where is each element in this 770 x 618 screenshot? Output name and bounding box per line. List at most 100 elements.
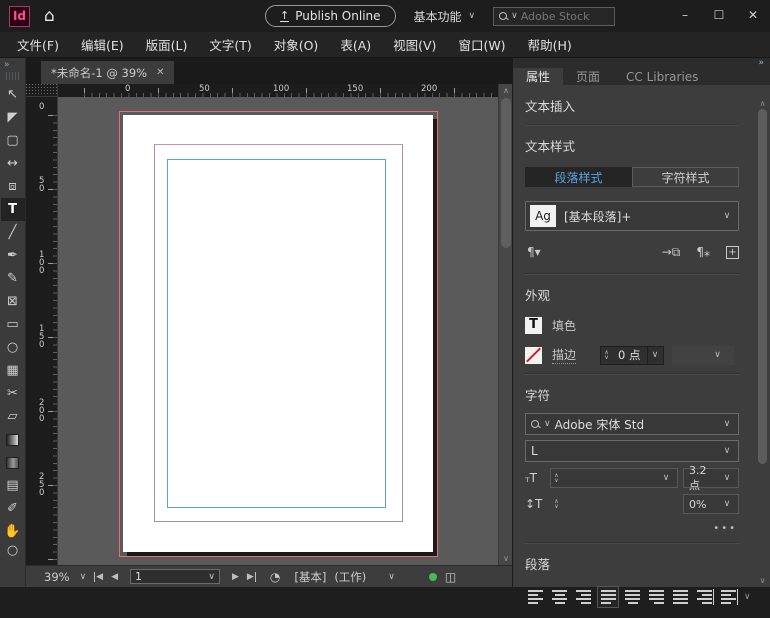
justify-last-left-button[interactable]	[597, 586, 619, 608]
menu-help[interactable]: 帮助(H)	[517, 35, 583, 54]
font-style-dropdown[interactable]: L ∨	[525, 440, 739, 462]
tab-cc-libraries[interactable]: CC Libraries	[613, 68, 711, 85]
scroll-up-icon[interactable]: ∧	[499, 86, 512, 95]
panel-collapse-icon[interactable]: »	[513, 58, 770, 68]
home-icon[interactable]: ⌂	[44, 8, 55, 25]
rectangle-tool[interactable]: ▭	[1, 313, 25, 336]
page-number-input[interactable]	[135, 570, 195, 583]
toolbar-grip[interactable]	[6, 72, 20, 80]
paragraph-styles-tab[interactable]: 段落样式	[525, 167, 632, 187]
scrollbar-thumb[interactable]	[758, 109, 767, 464]
menu-object[interactable]: 对象(O)	[263, 35, 330, 54]
stepper-icon[interactable]: ∧ ∨	[601, 350, 612, 360]
page-1[interactable]	[123, 115, 433, 552]
menu-window[interactable]: 窗口(W)	[447, 35, 516, 54]
selection-tool[interactable]: ↖	[1, 83, 25, 106]
stroke-weight-box[interactable]: ∧ ∨ 0 点 ∨	[600, 346, 663, 365]
hand-tool[interactable]: ✋	[1, 520, 25, 543]
align-toward-spine-button[interactable]	[694, 586, 715, 608]
stepper-icon[interactable]: ∧ ∨	[551, 473, 562, 483]
panel-scrollbar[interactable]: ∧ ∨	[755, 97, 770, 587]
scissors-tool[interactable]: ✂	[1, 382, 25, 405]
minimize-button[interactable]: –	[668, 0, 702, 30]
type-tool[interactable]: T	[1, 198, 25, 221]
eyedropper-tool[interactable]: ✐	[1, 497, 25, 520]
menu-file[interactable]: 文件(F)	[6, 35, 70, 54]
font-family-dropdown[interactable]: ∨ Adobe 宋体 Std ∨	[525, 413, 739, 435]
fill-label[interactable]: 填色	[552, 317, 576, 334]
kerning-combo[interactable]: ∧ ∨	[550, 494, 678, 514]
gap-tool[interactable]: ↔	[1, 152, 25, 175]
align-away-spine-button[interactable]	[718, 586, 739, 608]
tab-pages[interactable]: 页面	[563, 68, 613, 85]
maximize-button[interactable]: ☐	[702, 0, 736, 30]
menu-view[interactable]: 视图(V)	[382, 35, 447, 54]
stroke-label[interactable]: 描边	[552, 346, 576, 364]
canvas[interactable]: 0 50 100 150 200 0 50 100 150 200 250	[26, 84, 512, 565]
stroke-swatch[interactable]	[525, 347, 542, 364]
clear-overrides-icon[interactable]: ¶⁎	[696, 245, 710, 259]
justify-all-button[interactable]	[670, 586, 691, 608]
font-size-combo[interactable]: ∧ ∨ ∨	[550, 468, 678, 488]
tab-close-icon[interactable]: ✕	[156, 67, 164, 78]
page-number-field[interactable]: ∨	[130, 569, 220, 584]
content-collector-tool[interactable]: ⧈	[1, 175, 25, 198]
free-transform-tool[interactable]: ▱	[1, 405, 25, 428]
align-center-button[interactable]	[549, 586, 570, 608]
note-tool[interactable]: ▤	[1, 474, 25, 497]
vertical-ruler[interactable]: 0 50 100 150 200 250	[26, 97, 58, 565]
preflight-profile[interactable]: (工作)	[334, 569, 366, 585]
menu-table[interactable]: 表(A)	[329, 35, 382, 54]
new-style-icon[interactable]: +	[726, 246, 739, 259]
redefine-style-icon[interactable]: →⧉	[662, 245, 681, 260]
vertical-scale-combo[interactable]: 0% ∨	[683, 494, 739, 514]
step-down-icon[interactable]: ∨	[554, 478, 558, 483]
chevron-down-icon[interactable]: ∨	[647, 347, 663, 364]
page-tool[interactable]: ▢	[1, 129, 25, 152]
ellipse-tool[interactable]: ○	[1, 336, 25, 359]
last-page-button[interactable]: ▶	[247, 572, 256, 582]
justify-last-right-button[interactable]	[646, 586, 667, 608]
pen-tool[interactable]: ✒	[1, 244, 25, 267]
line-tool[interactable]: ╱	[1, 221, 25, 244]
leading-combo[interactable]: 3.2 点 ∨	[683, 468, 739, 488]
preflight-preset[interactable]: [基本]	[294, 569, 326, 585]
scroll-down-icon[interactable]: ∨	[499, 554, 512, 563]
character-more-options[interactable]: •••	[525, 519, 739, 542]
justify-last-center-button[interactable]	[622, 586, 643, 608]
chevron-down-icon[interactable]: ∨	[744, 592, 751, 602]
preflight-gauge-icon[interactable]: ◔	[270, 570, 280, 584]
search-input[interactable]	[521, 10, 607, 23]
align-right-button[interactable]	[573, 586, 594, 608]
rectangle-frame-tool[interactable]: ⊠	[1, 290, 25, 313]
pencil-tool[interactable]: ✎	[1, 267, 25, 290]
zoom-tool[interactable]: ○	[1, 543, 25, 557]
vertical-scrollbar[interactable]: ∧ ∨	[498, 84, 512, 565]
previous-page-button[interactable]: ◀	[111, 572, 118, 582]
paragraph-options-icon[interactable]: ¶▾	[527, 245, 541, 259]
zoom-level-control[interactable]: 39% ∨	[44, 570, 86, 584]
character-styles-tab[interactable]: 字符样式	[632, 167, 739, 187]
workspace-switcher[interactable]: 基本功能 ∨	[414, 8, 476, 25]
first-page-button[interactable]: ◀	[94, 572, 103, 582]
direct-selection-tool[interactable]: ◤	[1, 106, 25, 129]
gradient-feather-tool[interactable]	[1, 451, 25, 474]
ruler-origin[interactable]	[26, 84, 58, 97]
stroke-type-dropdown[interactable]: ∨	[672, 346, 734, 365]
grid-tool[interactable]: ▦	[1, 359, 25, 382]
adobe-stock-search[interactable]: ∨	[493, 7, 615, 26]
text-frame[interactable]	[167, 159, 386, 508]
close-button[interactable]: ✕	[736, 0, 770, 30]
gradient-swatch-tool[interactable]	[1, 428, 25, 451]
pages-layout-icon[interactable]: ◫	[445, 570, 456, 584]
menu-edit[interactable]: 编辑(E)	[70, 35, 135, 54]
menu-layout[interactable]: 版面(L)	[135, 35, 199, 54]
scrollbar-thumb[interactable]	[501, 98, 511, 248]
align-left-button[interactable]	[525, 586, 546, 608]
horizontal-ruler[interactable]: 0 50 100 150 200	[58, 84, 498, 97]
scroll-down-icon[interactable]: ∨	[755, 576, 770, 585]
menu-type[interactable]: 文字(T)	[198, 35, 262, 54]
stepper-icon[interactable]: ∧ ∨	[551, 499, 562, 509]
tab-properties[interactable]: 属性	[513, 68, 563, 85]
pasteboard[interactable]	[58, 97, 498, 565]
